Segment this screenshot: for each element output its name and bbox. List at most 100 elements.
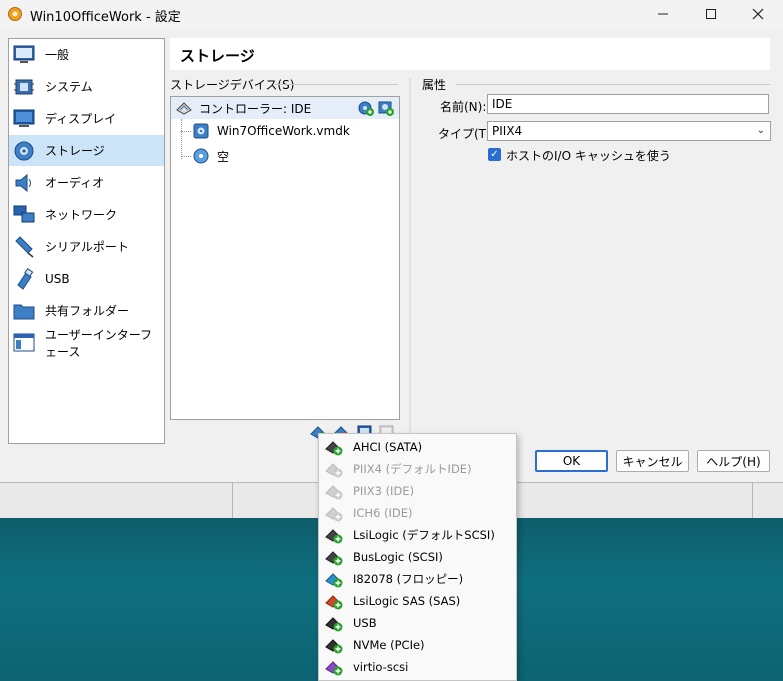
category-network[interactable]: ネットワーク <box>9 199 164 230</box>
menu-item-lsilogic-sas[interactable]: LsiLogic SAS (SAS) <box>319 590 516 612</box>
name-label: 名前(N): <box>440 100 487 114</box>
category-label: USB <box>45 271 70 286</box>
window-title: Win10OfficeWork - 設定 <box>30 10 181 25</box>
menu-item-buslogic-scsi[interactable]: BusLogic (SCSI) <box>319 546 516 568</box>
ide-controller-icon <box>176 102 192 115</box>
add-hard-disk-icon[interactable] <box>378 100 394 116</box>
menu-item-virtio-scsi[interactable]: virtio-scsi <box>319 656 516 678</box>
nvme-controller-icon <box>325 639 343 654</box>
ide-controller-icon <box>325 463 343 478</box>
ide-controller-icon <box>325 507 343 522</box>
general-monitor-icon <box>13 44 35 66</box>
system-chip-icon <box>13 76 35 98</box>
title-bar[interactable]: Win10OfficeWork - 設定 <box>0 0 783 28</box>
maximize-button[interactable] <box>688 0 734 28</box>
use-host-cache-label[interactable]: ホストのI/O キャッシュを使う <box>506 147 671 164</box>
category-display[interactable]: ディスプレイ <box>9 103 164 134</box>
category-audio[interactable]: オーディオ <box>9 167 164 198</box>
usb-icon <box>13 267 35 290</box>
menu-item-usb[interactable]: USB <box>319 612 516 634</box>
menu-item-label: PIIX3 (IDE) <box>353 484 415 498</box>
menu-item-label: PIIX4 (デフォルトIDE) <box>353 462 472 476</box>
window-divider <box>232 482 233 518</box>
menu-item-label: LsiLogic SAS (SAS) <box>353 594 461 608</box>
close-icon <box>752 8 764 20</box>
display-monitor-icon <box>13 108 35 130</box>
sata-controller-icon <box>325 441 343 456</box>
menu-item-piix3: PIIX3 (IDE) <box>319 480 516 502</box>
add-optical-drive-icon[interactable] <box>358 100 374 116</box>
checkmark-icon: ✓ <box>490 149 499 160</box>
storage-tree[interactable]: コントローラー: IDE Win7OfficeWork.vmdk 空 <box>170 96 400 420</box>
category-general[interactable]: 一般 <box>9 39 164 70</box>
tree-branch-line <box>181 119 182 159</box>
ok-button[interactable]: OK <box>535 450 608 472</box>
tree-item-empty-optical[interactable]: 空 <box>193 145 399 167</box>
menu-item-lsilogic-scsi[interactable]: LsiLogic (デフォルトSCSI) <box>319 524 516 546</box>
category-label: ストレージ <box>45 144 105 158</box>
menu-item-label: AHCI (SATA) <box>353 440 423 454</box>
audio-speaker-icon <box>13 172 35 194</box>
category-storage[interactable]: ストレージ <box>9 135 164 166</box>
settings-dialog: Win10OfficeWork - 設定 一般 システム ディスプレイ ストレー… <box>0 0 783 483</box>
floppy-controller-icon <box>325 573 343 588</box>
category-label: シリアルポート <box>45 240 129 254</box>
optical-label: 空 <box>217 149 230 164</box>
window-divider <box>752 482 753 518</box>
menu-item-label: I82078 (フロッピー) <box>353 572 464 586</box>
minimize-button[interactable] <box>640 0 686 28</box>
controller-label: コントローラー: IDE <box>199 101 312 116</box>
panel-splitter[interactable] <box>409 78 411 448</box>
menu-item-label: NVMe (PCIe) <box>353 638 425 652</box>
category-user-interface[interactable]: ユーザーインターフェース <box>9 327 164 359</box>
category-shared-folders[interactable]: 共有フォルダー <box>9 295 164 326</box>
serial-port-icon <box>13 235 35 258</box>
category-system[interactable]: システム <box>9 71 164 102</box>
menu-item-piix4: PIIX4 (デフォルトIDE) <box>319 458 516 480</box>
maximize-icon <box>706 9 716 19</box>
tree-controller-ide[interactable]: コントローラー: IDE <box>171 97 399 119</box>
category-label: 共有フォルダー <box>45 304 130 318</box>
page-header: ストレージ <box>170 38 770 70</box>
attributes-caption: 属性 <box>422 78 447 92</box>
settings-category-list: 一般 システム ディスプレイ ストレージ オーディオ ネットワーク シリアルポー… <box>8 38 165 444</box>
usb-controller-icon <box>325 617 343 632</box>
menu-item-floppy[interactable]: I82078 (フロッピー) <box>319 568 516 590</box>
scsi-controller-icon <box>325 529 343 544</box>
menu-item-ahci-sata[interactable]: AHCI (SATA) <box>319 436 516 458</box>
optical-disc-icon <box>193 148 209 164</box>
close-button[interactable] <box>735 0 781 28</box>
type-select[interactable]: PIIX4 ⌄ <box>487 121 771 141</box>
category-label: ネットワーク <box>45 208 118 222</box>
shared-folder-icon <box>13 300 35 322</box>
menu-item-label: LsiLogic (デフォルトSCSI) <box>353 528 495 542</box>
storage-disk-icon <box>13 140 35 162</box>
menu-item-label: USB <box>353 616 377 630</box>
menu-item-label: BusLogic (SCSI) <box>353 550 443 564</box>
category-serial-ports[interactable]: シリアルポート <box>9 231 164 262</box>
tree-branch-line <box>181 131 191 132</box>
name-field[interactable]: IDE <box>487 94 769 114</box>
menu-item-ich6: ICH6 (IDE) <box>319 502 516 524</box>
scsi-controller-icon <box>325 551 343 566</box>
chevron-down-icon: ⌄ <box>756 125 765 136</box>
category-label: ディスプレイ <box>45 112 117 126</box>
cancel-button[interactable]: キャンセル <box>616 450 689 472</box>
minimize-icon <box>658 13 668 15</box>
tree-branch-line <box>181 156 191 157</box>
user-interface-icon <box>13 332 35 354</box>
category-usb[interactable]: USB <box>9 263 164 294</box>
help-button[interactable]: ヘルプ(H) <box>697 450 770 472</box>
add-controller-menu: AHCI (SATA) PIIX4 (デフォルトIDE) PIIX3 (IDE)… <box>318 433 517 681</box>
virtio-controller-icon <box>325 661 343 676</box>
disk-label: Win7OfficeWork.vmdk <box>217 124 350 138</box>
group-separator <box>275 84 398 85</box>
category-label: 一般 <box>45 48 70 62</box>
use-host-cache-checkbox[interactable]: ✓ <box>488 148 501 161</box>
category-label: オーディオ <box>45 176 105 190</box>
menu-item-nvme[interactable]: NVMe (PCIe) <box>319 634 516 656</box>
network-icon <box>13 204 35 226</box>
tree-item-vmdk[interactable]: Win7OfficeWork.vmdk <box>193 120 399 142</box>
group-separator <box>456 84 770 85</box>
category-label: ユーザーインターフェース <box>45 327 153 359</box>
